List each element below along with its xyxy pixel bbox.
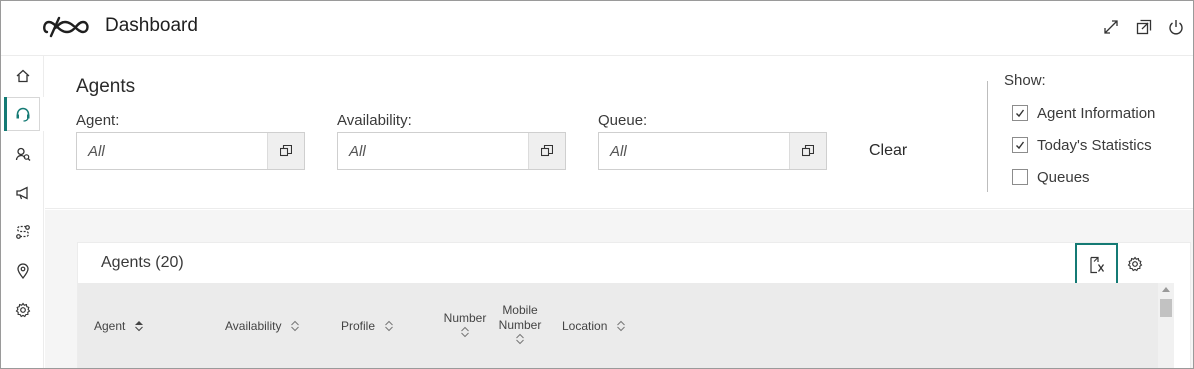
power-icon[interactable] <box>1167 18 1185 36</box>
option-label: Queues <box>1037 168 1090 186</box>
clear-filters-button[interactable]: Clear <box>869 142 907 160</box>
column-agent[interactable]: Agent <box>94 319 144 333</box>
column-label: Profile <box>341 319 376 333</box>
option-label: Today's Statistics <box>1037 136 1152 154</box>
column-label: Location <box>562 319 608 333</box>
checkbox[interactable] <box>1012 137 1028 153</box>
popout-icon[interactable] <box>1135 18 1153 36</box>
divider <box>987 81 988 192</box>
column-label: Number <box>443 311 487 325</box>
left-nav-rail <box>1 56 44 368</box>
column-profile[interactable]: Profile <box>341 319 394 333</box>
show-label: Show: <box>1004 72 1046 89</box>
megaphone-icon <box>15 186 28 200</box>
export-excel-icon <box>1089 256 1104 273</box>
queue-filter-field[interactable]: All <box>598 132 827 170</box>
option-label: Agent Information <box>1037 104 1156 122</box>
gear-icon <box>1127 256 1143 272</box>
queue-picker-button[interactable] <box>789 133 826 169</box>
vertical-scrollbar[interactable] <box>1158 283 1174 368</box>
nav-campaigns[interactable] <box>1 176 44 210</box>
nav-agents[interactable] <box>1 97 44 131</box>
home-icon <box>16 69 29 83</box>
nav-locations[interactable] <box>1 254 44 288</box>
availability-filter-label: Availability: <box>337 112 412 129</box>
checkbox[interactable] <box>1012 105 1028 121</box>
picker-icon <box>280 145 292 157</box>
sort-icon <box>516 333 524 345</box>
route-icon <box>15 225 30 239</box>
main-content: Agents (20) Agent Availability Profile N… <box>45 210 1193 368</box>
location-pin-icon <box>16 263 29 279</box>
column-label: Availability <box>225 319 282 333</box>
nav-home[interactable] <box>1 59 44 93</box>
show-queues-option[interactable]: Queues <box>1012 168 1090 186</box>
sort-icon <box>384 320 394 332</box>
sort-icon <box>461 326 469 338</box>
logo-icon <box>43 16 89 38</box>
checkbox[interactable] <box>1012 169 1028 185</box>
column-number[interactable]: Number <box>440 311 490 342</box>
availability-filter-value: All <box>349 143 366 160</box>
scroll-thumb[interactable] <box>1160 299 1172 317</box>
export-excel-button[interactable] <box>1075 243 1118 286</box>
table-title: Agents (20) <box>101 254 184 271</box>
nav-agent-search[interactable] <box>1 137 44 171</box>
settings-icon <box>15 302 30 318</box>
column-label-line2: Number <box>498 318 542 332</box>
picker-icon <box>802 145 814 157</box>
agents-table-card: Agents (20) Agent Availability Profile N… <box>77 242 1191 368</box>
agent-picker-button[interactable] <box>267 133 304 169</box>
nav-routing[interactable] <box>1 215 44 249</box>
show-todays-statistics-option[interactable]: Today's Statistics <box>1012 136 1152 154</box>
availability-picker-button[interactable] <box>528 133 565 169</box>
queue-filter-value: All <box>610 143 627 160</box>
app-window: Dashboard Agents Agent: All Availability… <box>0 0 1194 369</box>
agent-filter-value: All <box>88 143 105 160</box>
sort-icon <box>290 320 300 332</box>
agent-filter-field[interactable]: All <box>76 132 305 170</box>
column-location[interactable]: Location <box>562 319 626 333</box>
check-icon <box>1016 109 1025 118</box>
agent-search-icon <box>15 147 30 161</box>
headset-icon <box>16 107 29 122</box>
availability-filter-field[interactable]: All <box>337 132 566 170</box>
top-header: Dashboard <box>1 1 1193 56</box>
table-settings-button[interactable] <box>1126 255 1144 273</box>
scroll-up-arrow-icon[interactable] <box>1162 287 1170 292</box>
sort-icon <box>616 320 626 332</box>
show-agent-information-option[interactable]: Agent Information <box>1012 104 1155 122</box>
picker-icon <box>541 145 553 157</box>
sort-icon <box>134 320 144 332</box>
queue-filter-label: Queue: <box>598 112 648 129</box>
page-title: Agents <box>76 76 136 97</box>
nav-settings[interactable] <box>1 293 44 327</box>
column-mobile-number[interactable]: Mobile Number <box>497 303 543 349</box>
agent-filter-label: Agent: <box>76 112 120 129</box>
expand-icon[interactable] <box>1102 18 1120 36</box>
filter-panel: Agents Agent: All Availability: All Queu… <box>45 57 1193 209</box>
column-label-line1: Mobile <box>502 303 538 317</box>
check-icon <box>1016 141 1025 150</box>
column-label: Agent <box>94 319 126 333</box>
app-title: Dashboard <box>105 15 198 36</box>
table-header: Agent Availability Profile Number Mobile… <box>78 283 1158 368</box>
column-availability[interactable]: Availability <box>225 319 300 333</box>
